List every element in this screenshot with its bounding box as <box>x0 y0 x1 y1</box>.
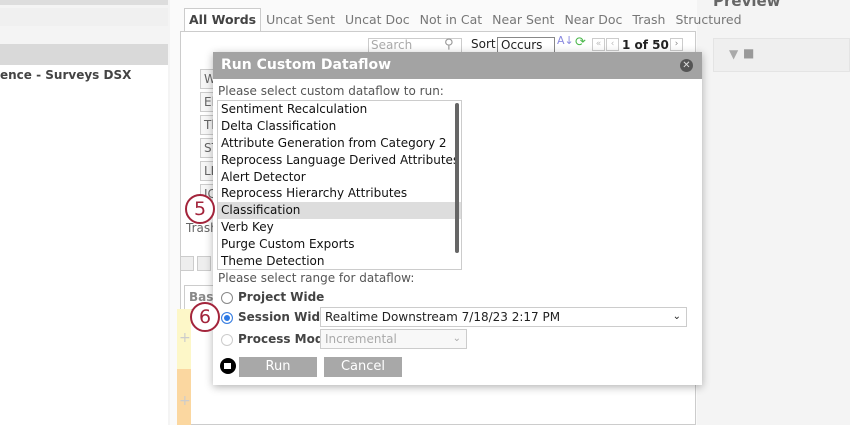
run-custom-dataflow-dialog: Run Custom Dataflow ✕ Please select cust… <box>213 52 702 385</box>
sort-label: Sort <box>471 37 496 51</box>
step-marker-5: 5 <box>185 194 215 224</box>
list-item[interactable]: Verb Key <box>218 219 461 236</box>
first-page-icon[interactable]: « <box>592 38 605 51</box>
tab-trash[interactable]: Trash <box>627 8 670 31</box>
tab-structured[interactable]: Structured <box>670 8 746 31</box>
export-icon[interactable] <box>197 256 211 271</box>
list-item[interactable]: Purge Custom Exports <box>218 236 461 253</box>
sort-az-icon[interactable]: A↓ <box>557 34 574 47</box>
dataflow-list[interactable]: Sentiment Recalculation Delta Classifica… <box>217 100 462 270</box>
cancel-button[interactable]: Cancel <box>324 357 402 377</box>
chevron-down-icon: ⌄ <box>452 333 461 344</box>
tab-near-doc[interactable]: Near Doc <box>559 8 627 31</box>
filter-icon[interactable]: ▼ <box>729 47 738 61</box>
left-panel <box>0 65 168 425</box>
close-icon[interactable]: ✕ <box>680 59 693 72</box>
project-wide-radio[interactable] <box>221 292 233 304</box>
preview-title: Preview <box>713 0 781 10</box>
process-mode-value: Incremental <box>325 332 397 346</box>
left-toolbar <box>0 0 168 5</box>
folder-icon[interactable]: ■ <box>743 46 754 60</box>
run-button[interactable]: Run <box>239 357 317 377</box>
list-item[interactable]: Theme Detection <box>218 253 461 269</box>
list-item[interactable]: Attribute Generation from Category 2 <box>218 135 461 152</box>
list-item[interactable]: Delta Classification <box>218 118 461 135</box>
plus-icon[interactable]: + <box>179 330 191 346</box>
sort-select[interactable]: Occurs <box>497 37 555 53</box>
word-tabs: All Words Uncat Sent Uncat Doc Not in Ca… <box>184 8 747 31</box>
dialog-title: Run Custom Dataflow <box>213 52 702 79</box>
dataflow-label: Please select custom dataflow to run: <box>218 84 444 98</box>
project-name[interactable]: ence - Surveys DSX <box>0 68 131 82</box>
session-select-value: Realtime Downstream 7/18/23 2:17 PM <box>325 310 561 324</box>
save-icon[interactable] <box>180 256 194 271</box>
scrollbar[interactable] <box>455 103 459 253</box>
list-item[interactable]: Reprocess Hierarchy Attributes <box>218 185 461 202</box>
list-item-selected[interactable]: Classification <box>218 202 461 220</box>
search-icon[interactable]: ⚲ <box>444 37 454 52</box>
process-mode-radio[interactable] <box>221 334 233 346</box>
session-wide-radio[interactable] <box>221 312 233 324</box>
prev-page-icon[interactable]: ‹ <box>606 38 619 51</box>
refresh-icon[interactable]: ⟳ <box>575 35 586 50</box>
project-wide-label: Project Wide <box>238 290 325 304</box>
tab-uncat-doc[interactable]: Uncat Doc <box>340 8 415 31</box>
list-item[interactable]: Alert Detector <box>218 169 461 186</box>
list-item[interactable]: Reprocess Language Derived Attributes <box>218 152 461 169</box>
tab-near-sent[interactable]: Near Sent <box>487 8 559 31</box>
tab-uncat-sent[interactable]: Uncat Sent <box>261 8 340 31</box>
chevron-down-icon: ⌄ <box>672 311 681 322</box>
session-wide-label: Session Wide <box>238 310 329 324</box>
plus-icon[interactable]: + <box>179 393 191 409</box>
left-header <box>0 8 168 26</box>
process-mode-label: Process Mode <box>238 332 332 346</box>
tab-all-words[interactable]: All Words <box>184 8 262 31</box>
tab-not-in-cat[interactable]: Not in Cat <box>415 8 488 31</box>
session-select[interactable]: Realtime Downstream 7/18/23 2:17 PM ⌄ <box>320 307 687 327</box>
range-label: Please select range for dataflow: <box>218 271 415 285</box>
step-marker-6: 6 <box>190 302 220 332</box>
preview-toolbar: ▼ ■ <box>713 38 850 72</box>
left-section-bar <box>0 44 168 65</box>
next-page-icon[interactable]: › <box>670 38 683 51</box>
list-item[interactable]: Sentiment Recalculation <box>218 101 461 118</box>
process-mode-select[interactable]: Incremental ⌄ <box>320 329 467 349</box>
video-icon[interactable] <box>220 358 236 374</box>
